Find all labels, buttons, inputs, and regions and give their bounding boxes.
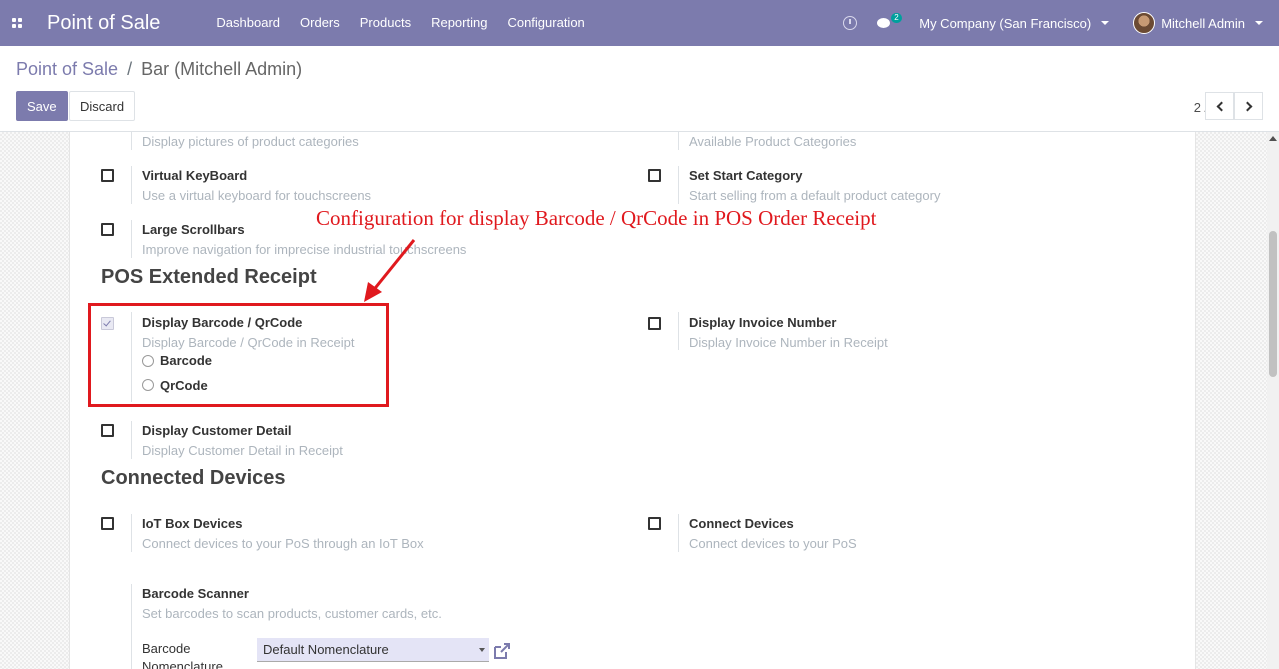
iot-box-checkbox[interactable] — [101, 517, 114, 530]
scroll-up-icon[interactable] — [1269, 136, 1277, 141]
menu-orders[interactable]: Orders — [290, 0, 350, 46]
connect-devices-checkbox[interactable] — [648, 517, 661, 530]
discard-button[interactable]: Discard — [69, 91, 136, 121]
highlight-box — [88, 303, 389, 407]
menu-dashboard[interactable]: Dashboard — [206, 0, 290, 46]
setting-divider — [678, 514, 679, 552]
menu-configuration[interactable]: Configuration — [497, 0, 594, 46]
control-panel: Point of Sale / Bar (Mitchell Admin) Sav… — [0, 46, 1279, 132]
setting-title: Display Invoice Number — [689, 315, 837, 330]
select-value: Default Nomenclature — [263, 642, 389, 657]
virtual-keyboard-checkbox[interactable] — [101, 169, 114, 182]
large-scrollbars-checkbox[interactable] — [101, 223, 114, 236]
company-name: My Company (San Francisco) — [919, 15, 1092, 31]
setting-title: Virtual KeyBoard — [142, 168, 248, 183]
setting-description: Available Product Categories — [689, 134, 857, 149]
pager-previous-button[interactable] — [1205, 92, 1234, 120]
section-heading: POS Extended Receipt — [101, 266, 317, 288]
barcode-nomenclature-select[interactable]: Default Nomenclature — [257, 638, 489, 662]
chevron-down-icon — [1255, 21, 1263, 25]
chevron-down-icon — [479, 648, 485, 652]
setting-title: Large Scrollbars — [142, 222, 245, 237]
chevron-left-icon — [1216, 101, 1226, 111]
setting-description: Set barcodes to scan products, customer … — [142, 606, 442, 621]
display-customer-detail-checkbox[interactable] — [101, 424, 114, 437]
main-menu: Dashboard Orders Products Reporting Conf… — [206, 0, 594, 46]
set-start-category-checkbox[interactable] — [648, 169, 661, 182]
apps-menu-icon[interactable] — [0, 0, 34, 46]
breadcrumb: Point of Sale / Bar (Mitchell Admin) — [16, 59, 302, 80]
user-name: Mitchell Admin — [1161, 15, 1245, 31]
field-label: Nomenclature — [142, 659, 223, 669]
chevron-right-icon — [1242, 101, 1252, 111]
annotation-text: Configuration for display Barcode / QrCo… — [316, 206, 877, 230]
activity-clock-icon[interactable] — [843, 16, 858, 30]
company-switcher[interactable]: My Company (San Francisco) — [919, 15, 1110, 31]
breadcrumb-current: Bar (Mitchell Admin) — [141, 59, 303, 79]
setting-divider — [678, 312, 679, 350]
setting-description: Connect devices to your PoS — [689, 536, 857, 551]
setting-description: Use a virtual keyboard for touchscreens — [142, 188, 372, 203]
app-title[interactable]: Point of Sale — [47, 12, 160, 35]
setting-divider — [131, 584, 132, 669]
avatar — [1133, 12, 1156, 34]
breadcrumb-parent[interactable]: Point of Sale — [16, 59, 118, 79]
chevron-down-icon — [1101, 21, 1110, 25]
section-heading: Connected Devices — [101, 467, 286, 489]
display-invoice-number-checkbox[interactable] — [648, 317, 661, 330]
setting-title: Barcode Scanner — [142, 586, 249, 601]
setting-divider — [131, 220, 132, 258]
form-view: Display pictures of product categories A… — [0, 132, 1279, 669]
setting-divider — [678, 166, 679, 204]
setting-description: Display pictures of product categories — [142, 134, 359, 149]
navbar-systray: 2 My Company (San Francisco) Mitchell Ad… — [843, 0, 1279, 46]
page-scrollbar[interactable] — [1267, 132, 1279, 669]
setting-divider — [131, 166, 132, 204]
messaging-icon[interactable]: 2 — [877, 13, 902, 30]
user-menu[interactable]: Mitchell Admin — [1133, 12, 1263, 34]
scrollbar-thumb[interactable] — [1269, 231, 1277, 377]
setting-title: Set Start Category — [689, 168, 803, 183]
setting-divider — [131, 514, 132, 552]
field-label: Barcode — [142, 641, 191, 656]
setting-title: IoT Box Devices — [142, 516, 243, 531]
setting-description: Connect devices to your PoS through an I… — [142, 536, 424, 551]
setting-title: Connect Devices — [689, 516, 794, 531]
breadcrumb-separator: / — [127, 59, 133, 79]
setting-divider — [131, 132, 132, 150]
setting-description: Start selling from a default product cat… — [689, 188, 941, 203]
top-navbar: Point of Sale Dashboard Orders Products … — [0, 0, 1279, 46]
setting-divider — [678, 132, 679, 150]
setting-title: Display Customer Detail — [142, 423, 292, 438]
menu-products[interactable]: Products — [350, 0, 421, 46]
external-link-icon[interactable] — [492, 641, 512, 661]
message-count-badge: 2 — [891, 13, 902, 23]
setting-divider — [131, 421, 132, 459]
menu-reporting[interactable]: Reporting — [421, 0, 497, 46]
setting-description: Display Invoice Number in Receipt — [689, 335, 888, 350]
setting-description: Display Customer Detail in Receipt — [142, 443, 343, 458]
annotation-arrow-icon — [364, 239, 416, 302]
pager-next-button[interactable] — [1234, 92, 1263, 120]
save-button[interactable]: Save — [16, 91, 68, 121]
